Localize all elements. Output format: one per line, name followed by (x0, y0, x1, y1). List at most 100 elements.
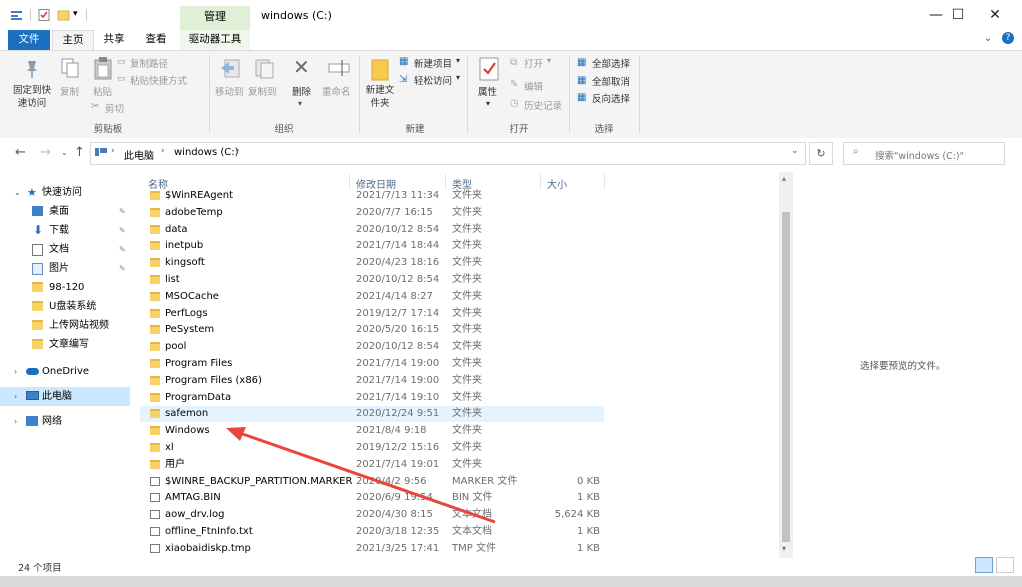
nav-item-downloads[interactable]: ⬇ 下载 ✎ (0, 221, 130, 240)
scrollbar-thumb[interactable] (782, 212, 790, 542)
new-item-dropdown-icon[interactable]: ▾ (456, 56, 460, 65)
file-name: PeSystem (165, 324, 215, 336)
nav-item-folder-98-120[interactable]: 98-120 (0, 278, 130, 297)
table-row[interactable]: ProgramData 2021/7/14 19:10 文件夹 (140, 390, 604, 406)
qat-dropdown-icon[interactable]: ▾ (73, 9, 86, 21)
breadcrumb-drive-c[interactable]: windows (C:) (174, 147, 238, 158)
vertical-scrollbar[interactable]: ▴ ▾ (779, 172, 793, 558)
nav-network[interactable]: › 网络 (0, 412, 130, 431)
table-row[interactable]: data 2020/10/12 8:54 文件夹 (140, 222, 604, 238)
table-row[interactable]: list 2020/10/12 8:54 文件夹 (140, 272, 604, 288)
address-dropdown-icon[interactable]: ⌄ (791, 146, 799, 156)
easy-access-button[interactable]: 轻松访问 (414, 73, 452, 87)
table-row[interactable]: PeSystem 2020/5/20 16:15 文件夹 (140, 322, 604, 338)
table-row[interactable]: $WinREAgent 2021/7/13 11:34 文件夹 (140, 188, 604, 204)
easy-access-dropdown-icon[interactable]: ▾ (456, 73, 460, 82)
nav-this-pc[interactable]: › 此电脑 (0, 387, 130, 406)
expand-arrow-icon[interactable]: › (14, 412, 17, 431)
table-row[interactable]: Program Files 2021/7/14 19:00 文件夹 (140, 356, 604, 372)
up-button[interactable]: ↑ (74, 145, 85, 160)
pin-to-quick-access-button[interactable]: 固定到快速访问 (10, 84, 54, 110)
properties-icon[interactable] (10, 9, 23, 21)
expand-arrow-icon[interactable]: › (14, 387, 17, 406)
download-icon: ⬇ (33, 223, 44, 237)
close-button[interactable]: ✕ (975, 4, 1015, 26)
expand-arrow-icon[interactable]: ⌄ (14, 183, 21, 202)
folder-icon (150, 191, 160, 200)
group-label-organize: 组织 (274, 124, 294, 135)
expand-arrow-icon[interactable]: › (14, 362, 17, 381)
properties-dropdown-icon[interactable]: ▾ (486, 99, 490, 108)
delete-dropdown-icon[interactable]: ▾ (298, 99, 302, 108)
address-bar[interactable]: › 此电脑 › windows (C:) › ⌄ (90, 142, 806, 165)
table-row[interactable]: MSOCache 2021/4/14 8:27 文件夹 (140, 289, 604, 305)
breadcrumb-this-pc[interactable]: 此电脑 (124, 147, 154, 162)
search-input[interactable]: ⌕ 搜索"windows (C:)" (843, 142, 1005, 165)
scroll-up-icon[interactable]: ▴ (782, 174, 786, 183)
copy-to-button[interactable]: 复制到 (248, 84, 277, 98)
open-dropdown-icon[interactable]: ▾ (547, 56, 551, 65)
file-size: 1 KB (577, 542, 600, 554)
expand-ribbon-icon[interactable]: ⌄ (984, 33, 992, 44)
breadcrumb-chevron-icon[interactable]: › (236, 146, 240, 156)
contextual-tab-manage[interactable]: 管理 (180, 6, 250, 30)
table-row[interactable]: adobeTemp 2020/7/7 16:15 文件夹 (140, 205, 604, 221)
cut-button[interactable]: 剪切 (105, 101, 124, 115)
new-folder-button[interactable]: 新建文件夹 (365, 84, 395, 110)
tab-file[interactable]: 文件 (8, 30, 50, 50)
tab-home[interactable]: 主页 (52, 30, 94, 50)
table-row[interactable]: xiaobaidiskp.tmp 2021/3/25 17:41 TMP 文件 1 K… (140, 541, 604, 557)
help-icon[interactable]: ? (1002, 32, 1014, 44)
invert-selection-button[interactable]: 反向选择 (592, 91, 630, 105)
move-to-button[interactable]: 移动到 (215, 84, 244, 98)
maximize-button[interactable]: ☐ (938, 4, 978, 26)
details-view-button[interactable] (975, 557, 993, 573)
copy-path-button[interactable]: 复制路径 (130, 56, 168, 70)
scroll-down-icon[interactable]: ▾ (782, 544, 786, 553)
annotation-arrow (226, 427, 496, 524)
breadcrumb-chevron-icon[interactable]: › (111, 146, 115, 156)
edit-button[interactable]: 编辑 (524, 79, 543, 93)
nav-item-article-writing[interactable]: 文章编写 (0, 335, 130, 354)
open-button[interactable]: 打开 (524, 56, 543, 70)
large-icons-view-button[interactable] (996, 557, 1014, 573)
recent-locations-icon[interactable]: ⌄ (61, 148, 68, 157)
nav-label: OneDrive (42, 366, 90, 377)
table-row[interactable]: PerfLogs 2019/12/7 17:14 文件夹 (140, 306, 604, 322)
folder-icon (32, 339, 43, 349)
file-type: 文件夹 (452, 391, 482, 403)
table-row[interactable]: kingsoft 2020/4/23 18:16 文件夹 (140, 255, 604, 271)
nav-onedrive[interactable]: › OneDrive (0, 362, 130, 381)
nav-item-desktop[interactable]: 桌面 ✎ (0, 202, 130, 221)
title-bar: ▾ 管理 windows (C:) — ☐ ✕ (0, 0, 1022, 30)
table-row[interactable]: Program Files (x86) 2021/7/14 19:00 文件夹 (140, 373, 604, 389)
history-button[interactable]: 历史记录 (524, 98, 562, 112)
tab-drive-tools[interactable]: 驱动器工具 (180, 30, 250, 50)
nav-item-upload-video[interactable]: 上传网站视频 (0, 316, 130, 335)
back-button[interactable]: ← (15, 145, 26, 160)
properties-button[interactable]: 属性 (478, 84, 497, 98)
delete-button[interactable]: 删除 (292, 84, 311, 98)
breadcrumb-chevron-icon[interactable]: › (161, 146, 165, 156)
select-none-button[interactable]: 全部取消 (592, 74, 630, 88)
rename-button[interactable]: 重命名 (322, 84, 351, 98)
nav-item-documents[interactable]: 文档 ✎ (0, 240, 130, 259)
select-all-button[interactable]: 全部选择 (592, 56, 630, 70)
undo-check-icon[interactable] (38, 9, 51, 21)
nav-quick-access[interactable]: ⌄ ★ 快速访问 (0, 183, 130, 202)
paste-button[interactable]: 粘贴 (93, 84, 112, 98)
table-row[interactable]: inetpub 2021/7/14 18:44 文件夹 (140, 238, 604, 254)
refresh-button[interactable]: ↻ (809, 142, 833, 165)
new-folder-qat-icon[interactable] (57, 9, 70, 21)
network-icon (26, 416, 38, 426)
paste-shortcut-button[interactable]: 粘贴快捷方式 (130, 73, 187, 87)
tab-share[interactable]: 共享 (96, 30, 132, 50)
file-name: xiaobaidiskp.tmp (165, 542, 251, 554)
forward-button[interactable]: → (40, 145, 51, 160)
new-item-button[interactable]: 新建项目 (414, 56, 452, 70)
table-row[interactable]: pool 2020/10/12 8:54 文件夹 (140, 339, 604, 355)
nav-item-usb-system[interactable]: U盘装系统 (0, 297, 130, 316)
tab-view[interactable]: 查看 (138, 30, 174, 50)
nav-item-pictures[interactable]: 图片 ✎ (0, 259, 130, 278)
copy-button[interactable]: 复制 (60, 84, 79, 98)
